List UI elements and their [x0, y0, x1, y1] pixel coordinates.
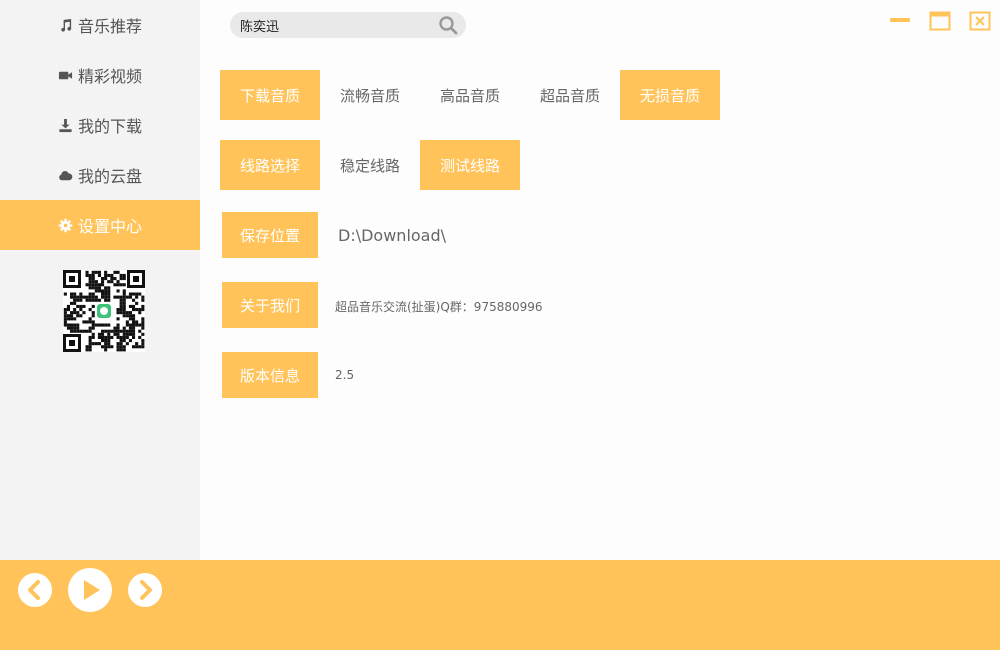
play-icon[interactable]	[68, 568, 112, 612]
qr-code-icon	[63, 270, 145, 352]
about-us-text: 超品音乐交流(扯蛋)Q群：975880996	[335, 300, 543, 314]
quality-option-lossless[interactable]: 无损音质	[620, 70, 720, 120]
route-select-label: 线路选择	[220, 140, 320, 190]
quality-option-smooth[interactable]: 流畅音质	[320, 70, 420, 120]
cloud-icon	[58, 167, 74, 183]
sidebar-item-label: 我的下载	[77, 117, 142, 136]
save-location-path: D:\Download\	[338, 226, 447, 245]
maximize-icon[interactable]	[929, 10, 951, 32]
version-number: 2.5	[335, 368, 355, 382]
route-option-stable[interactable]: 稳定线路	[320, 140, 420, 190]
gear-icon	[58, 217, 74, 233]
save-location-button[interactable]: 保存位置	[222, 212, 318, 258]
music-note-icon	[58, 17, 74, 33]
video-camera-icon	[58, 67, 74, 83]
sidebar-item-cloud[interactable]: 我的云盘	[0, 150, 200, 200]
quality-option-super[interactable]: 超品音质	[520, 70, 620, 120]
sidebar-item-downloads[interactable]: 我的下载	[0, 100, 200, 150]
close-icon[interactable]	[969, 10, 991, 32]
player-bar	[0, 560, 1000, 650]
sidebar-item-settings[interactable]: 设置中心	[0, 200, 200, 250]
search-icon[interactable]	[438, 15, 458, 35]
sidebar-item-label: 音乐推荐	[77, 17, 142, 36]
sidebar-item-label: 精彩视频	[77, 67, 142, 86]
sidebar-item-music-recommend[interactable]: 音乐推荐	[0, 0, 200, 50]
download-quality-label: 下载音质	[220, 70, 320, 120]
sidebar-item-label: 设置中心	[77, 217, 142, 236]
route-option-test[interactable]: 测试线路	[420, 140, 520, 190]
sidebar-item-label: 我的云盘	[77, 167, 142, 186]
sidebar: 音乐推荐 精彩视频 我的下载 我的云盘 设置中心	[0, 0, 200, 560]
minimize-icon[interactable]	[889, 10, 911, 32]
version-info-button[interactable]: 版本信息	[222, 352, 318, 398]
sidebar-item-videos[interactable]: 精彩视频	[0, 50, 200, 100]
search-bar	[230, 12, 466, 38]
quality-option-high[interactable]: 高品音质	[420, 70, 520, 120]
next-icon[interactable]	[127, 572, 163, 608]
download-icon	[58, 117, 74, 133]
previous-icon[interactable]	[17, 572, 53, 608]
search-input[interactable]	[238, 12, 433, 38]
about-us-button[interactable]: 关于我们	[222, 282, 318, 328]
